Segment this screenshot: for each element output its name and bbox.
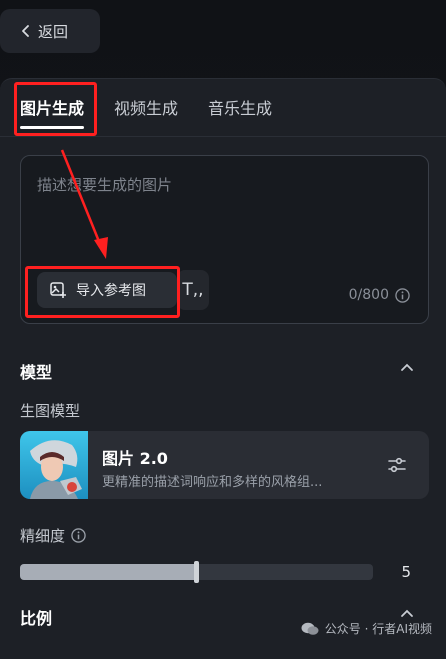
watermark-text: 公众号 · 行者AI视频 [324, 622, 432, 636]
detail-info-icon[interactable] [71, 528, 86, 543]
image-add-icon [50, 282, 66, 298]
import-reference-label: 导入参考图 [76, 283, 146, 299]
slider-thumb[interactable] [193, 561, 199, 583]
text-style-icon: T,, [182, 280, 204, 300]
detail-slider[interactable] [20, 561, 373, 583]
watermark: 公众号 · 行者AI视频 [301, 620, 432, 637]
model-card[interactable]: 图片 2.0 更精准的描述词响应和多样的风格组... [20, 431, 429, 499]
tab-music-generation[interactable]: 音乐生成 [208, 95, 272, 129]
char-counter: 0/800 [349, 287, 410, 303]
tab-video-generation[interactable]: 视频生成 [114, 95, 178, 129]
prompt-input[interactable] [35, 172, 409, 236]
tab-bar: 图片生成 视频生成 音乐生成 [20, 95, 272, 129]
import-reference-button[interactable]: 导入参考图 [37, 272, 177, 308]
char-count: 0/800 [348, 287, 389, 303]
model-thumbnail [20, 431, 88, 499]
prompt-box: 导入参考图 T,, 0/800 [20, 155, 429, 324]
info-icon[interactable] [395, 287, 410, 303]
ratio-chevron-up-icon[interactable] [400, 607, 414, 621]
detail-label: 精细度 [20, 527, 66, 545]
model-section-title: 模型 [20, 363, 53, 382]
ratio-section-title: 比例 [20, 609, 53, 628]
back-button[interactable]: 返回 [0, 9, 100, 53]
model-sub-label: 生图模型 [20, 402, 81, 420]
generation-panel: 图片生成 视频生成 音乐生成 导入参考图 T,, 0/800 模 [0, 78, 446, 659]
tab-divider [0, 136, 446, 137]
wechat-icon [301, 622, 319, 635]
adjust-settings-icon[interactable] [387, 455, 407, 475]
model-description: 更精准的描述词响应和多样的风格组... [102, 475, 323, 490]
tab-image-generation[interactable]: 图片生成 [20, 95, 85, 129]
detail-value: 5 [401, 563, 411, 581]
chevron-left-icon [22, 25, 29, 37]
back-label: 返回 [38, 22, 69, 41]
text-style-button[interactable]: T,, [177, 270, 209, 310]
chevron-up-icon[interactable] [400, 361, 414, 375]
model-name: 图片 2.0 [102, 449, 168, 468]
slider-fill [20, 564, 197, 580]
detail-label-row: 精细度 [20, 525, 86, 546]
